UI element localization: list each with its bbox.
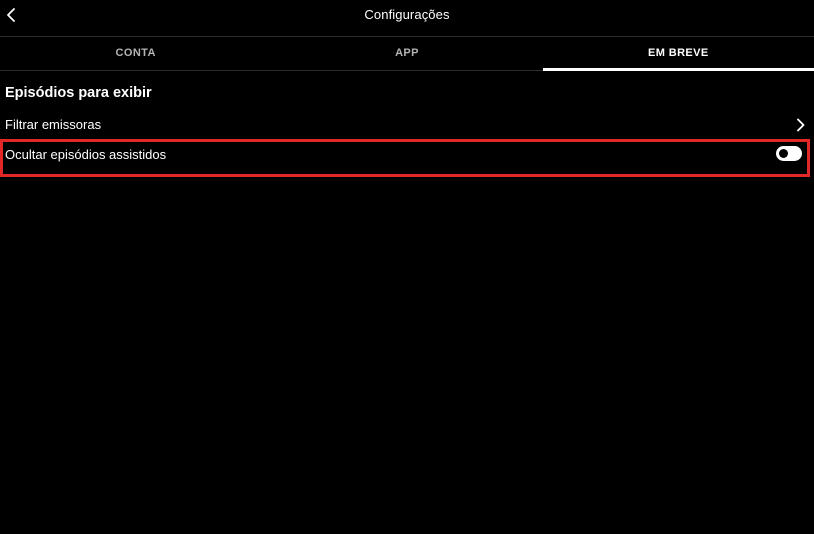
top-bar: Configurações — [0, 0, 814, 37]
chevron-right-icon — [797, 118, 805, 132]
hide-watched-row: Ocultar episódios assistidos — [0, 141, 814, 169]
hide-watched-toggle[interactable] — [776, 146, 802, 161]
tab-app[interactable]: APP — [271, 37, 542, 70]
filter-broadcasters-row[interactable]: Filtrar emissoras — [0, 111, 814, 139]
tab-bar: CONTA APP EM BREVE — [0, 37, 814, 71]
page-title: Configurações — [364, 7, 450, 22]
filter-broadcasters-label: Filtrar emissoras — [5, 117, 102, 132]
section-title: Episódios para exibir — [5, 85, 152, 101]
toggle-knob — [779, 149, 788, 158]
hide-watched-label: Ocultar episódios assistidos — [5, 147, 167, 162]
tab-conta[interactable]: CONTA — [0, 37, 271, 70]
tab-em-breve[interactable]: EM BREVE — [542, 37, 814, 71]
